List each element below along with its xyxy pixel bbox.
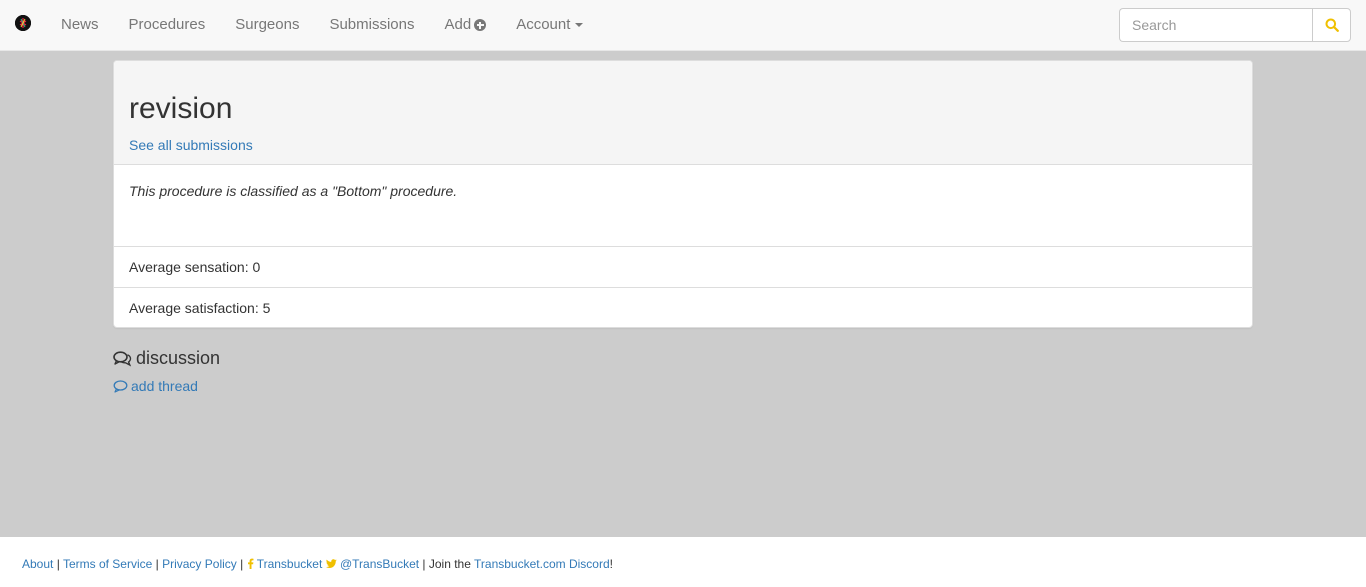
brand-logo[interactable] bbox=[15, 15, 31, 31]
twitter-icon bbox=[325, 559, 337, 568]
panel-heading: revision See all submissions bbox=[114, 61, 1252, 165]
footer-terms-link[interactable]: Terms of Service bbox=[63, 557, 152, 571]
classification-text: This procedure is classified as a "Botto… bbox=[129, 183, 458, 199]
main-nav: News Procedures Surgeons Submissions Add… bbox=[46, 0, 598, 50]
logo-icon bbox=[15, 15, 31, 31]
nav-procedures[interactable]: Procedures bbox=[114, 0, 221, 50]
search-input[interactable] bbox=[1119, 8, 1312, 42]
search-icon bbox=[1325, 18, 1339, 32]
footer-twitter-link[interactable]: @TransBucket bbox=[325, 557, 420, 571]
procedure-panel: revision See all submissions This proced… bbox=[113, 60, 1253, 328]
add-thread-link[interactable]: add thread bbox=[113, 378, 198, 394]
average-sensation: Average sensation: 0 bbox=[114, 246, 1252, 287]
see-all-submissions-link[interactable]: See all submissions bbox=[129, 137, 253, 153]
top-navbar: News Procedures Surgeons Submissions Add… bbox=[0, 0, 1366, 51]
nav-news[interactable]: News bbox=[46, 0, 114, 50]
facebook-icon bbox=[247, 558, 254, 569]
plus-circle-icon bbox=[474, 19, 487, 31]
comments-icon bbox=[113, 350, 132, 366]
nav-add-label: Add bbox=[444, 16, 472, 33]
average-satisfaction: Average satisfaction: 5 bbox=[114, 287, 1252, 328]
comment-icon bbox=[113, 379, 128, 393]
footer-discord-link[interactable]: Transbucket.com Discord bbox=[474, 557, 610, 571]
nav-submissions[interactable]: Submissions bbox=[314, 0, 429, 50]
nav-add[interactable]: Add bbox=[430, 0, 502, 50]
footer-separator: | bbox=[152, 557, 163, 571]
nav-surgeons[interactable]: Surgeons bbox=[220, 0, 314, 50]
search-button[interactable] bbox=[1312, 8, 1351, 42]
discussion-title-text: discussion bbox=[136, 348, 221, 368]
panel-body: This procedure is classified as a "Botto… bbox=[114, 165, 1252, 246]
footer-about-link[interactable]: About bbox=[22, 557, 53, 571]
page-title: revision bbox=[129, 92, 233, 125]
footer-join-suffix: ! bbox=[609, 557, 613, 571]
footer-facebook-label: Transbucket bbox=[256, 557, 323, 571]
footer: About | Terms of Service | Privacy Polic… bbox=[0, 537, 1366, 587]
footer-join-text: | Join the bbox=[419, 557, 475, 571]
footer-facebook-link[interactable]: Transbucket bbox=[247, 557, 323, 571]
footer-privacy-link[interactable]: Privacy Policy bbox=[162, 557, 237, 571]
search-form bbox=[1119, 8, 1351, 42]
discussion-heading: discussion bbox=[113, 348, 220, 369]
footer-twitter-label: @TransBucket bbox=[339, 557, 420, 571]
add-thread-label: add thread bbox=[131, 378, 198, 394]
footer-separator: | bbox=[53, 557, 63, 571]
footer-separator: | bbox=[236, 557, 247, 571]
nav-account-label: Account bbox=[516, 16, 571, 33]
nav-account-dropdown[interactable]: Account bbox=[501, 0, 598, 50]
caret-down-icon bbox=[575, 23, 584, 27]
